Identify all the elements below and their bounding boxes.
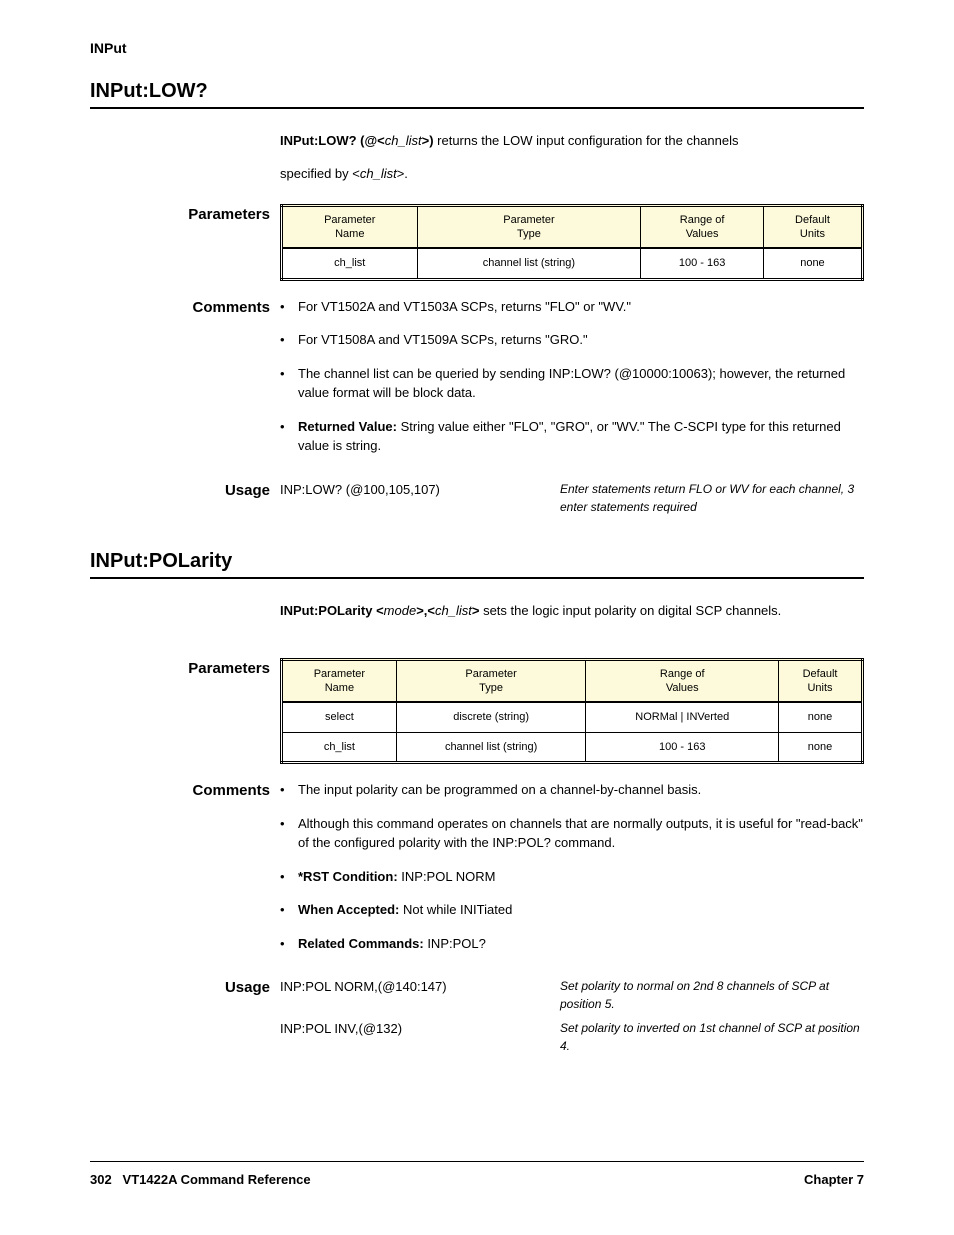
th: Range ofValues bbox=[586, 659, 779, 702]
syntax-line: INPut:LOW? (@<ch_list>) returns the LOW … bbox=[280, 133, 864, 148]
td: none bbox=[763, 248, 862, 279]
page-number: 302 bbox=[90, 1172, 112, 1187]
comments-block: Comments •The input polarity can be prog… bbox=[90, 780, 864, 967]
td: NORMal | INVerted bbox=[586, 702, 779, 732]
usage-command: INP:POL NORM,(@140:147) bbox=[280, 977, 560, 1013]
bullet-item: •*RST Condition: INP:POL NORM bbox=[280, 867, 864, 887]
section-title-input-polarity: INPut:POLarity bbox=[90, 550, 864, 579]
parameters-table: ParameterName ParameterType Range ofValu… bbox=[280, 658, 864, 765]
td: none bbox=[779, 702, 863, 732]
usage-row: INP:POL NORM,(@140:147)Set polarity to n… bbox=[280, 977, 864, 1013]
td: 100 - 163 bbox=[586, 732, 779, 763]
running-header: INPut bbox=[90, 40, 864, 56]
th: Range ofValues bbox=[641, 205, 764, 248]
td: ch_list bbox=[282, 732, 397, 763]
usage-block: Usage INP:POL NORM,(@140:147)Set polarit… bbox=[90, 977, 864, 1061]
usage-description: Set polarity to inverted on 1st channel … bbox=[560, 1019, 864, 1055]
usage-label: Usage bbox=[90, 977, 280, 996]
td: 100 - 163 bbox=[641, 248, 764, 279]
parameters-label: Parameters bbox=[90, 204, 280, 223]
usage-description: Enter statements return FLO or WV for ea… bbox=[560, 480, 864, 516]
th: ParameterType bbox=[417, 205, 641, 248]
comments-label: Comments bbox=[90, 297, 280, 316]
th: ParameterType bbox=[396, 659, 586, 702]
comments-label: Comments bbox=[90, 780, 280, 799]
section-title-input-low: INPut:LOW? bbox=[90, 80, 864, 109]
usage-label: Usage bbox=[90, 480, 280, 499]
usage-command: INP:LOW? (@100,105,107) bbox=[280, 480, 560, 516]
bullet-item: •Related Commands: INP:POL? bbox=[280, 934, 864, 954]
usage-command: INP:POL INV,(@132) bbox=[280, 1019, 560, 1055]
td: channel list (string) bbox=[396, 732, 586, 763]
th: ParameterName bbox=[282, 659, 397, 702]
th: DefaultUnits bbox=[779, 659, 863, 702]
usage-row: INP:POL INV,(@132)Set polarity to invert… bbox=[280, 1019, 864, 1055]
bullet-item: •When Accepted: Not while INITiated bbox=[280, 900, 864, 920]
td: select bbox=[282, 702, 397, 732]
bullet-item: •For VT1508A and VT1509A SCPs, returns "… bbox=[280, 330, 864, 350]
bullet-item: •Although this command operates on chann… bbox=[280, 814, 864, 853]
bullet-item: •Returned Value: String value either "FL… bbox=[280, 417, 864, 456]
page-footer: 302 VT1422A Command Reference Chapter 7 bbox=[90, 1161, 864, 1187]
td: ch_list bbox=[282, 248, 418, 279]
td: none bbox=[779, 732, 863, 763]
td: discrete (string) bbox=[396, 702, 586, 732]
footer-title: VT1422A Command Reference bbox=[123, 1172, 311, 1187]
parameters-table: ParameterName ParameterType Range ofValu… bbox=[280, 204, 864, 281]
usage-block: Usage INP:LOW? (@100,105,107) Enter stat… bbox=[90, 480, 864, 522]
usage-description: Set polarity to normal on 2nd 8 channels… bbox=[560, 977, 864, 1013]
bullet-item: •The input polarity can be programmed on… bbox=[280, 780, 864, 800]
bullet-item: •The channel list can be queried by send… bbox=[280, 364, 864, 403]
th: ParameterName bbox=[282, 205, 418, 248]
page-container: INPut INPut:LOW? INPut:LOW? (@<ch_list>)… bbox=[0, 0, 954, 1235]
bullet-item: •For VT1502A and VT1503A SCPs, returns "… bbox=[280, 297, 864, 317]
td: channel list (string) bbox=[417, 248, 641, 279]
comments-block: Comments •For VT1502A and VT1503A SCPs, … bbox=[90, 297, 864, 470]
syntax-description: specified by <ch_list>. bbox=[280, 164, 864, 184]
th: DefaultUnits bbox=[763, 205, 862, 248]
footer-chapter: Chapter 7 bbox=[804, 1172, 864, 1187]
syntax-line: INPut:POLarity <mode>,<ch_list> sets the… bbox=[280, 603, 864, 618]
parameters-label: Parameters bbox=[90, 658, 280, 677]
parameters-block: Parameters ParameterName ParameterType R… bbox=[90, 658, 864, 771]
parameters-block: Parameters ParameterName ParameterType R… bbox=[90, 204, 864, 287]
